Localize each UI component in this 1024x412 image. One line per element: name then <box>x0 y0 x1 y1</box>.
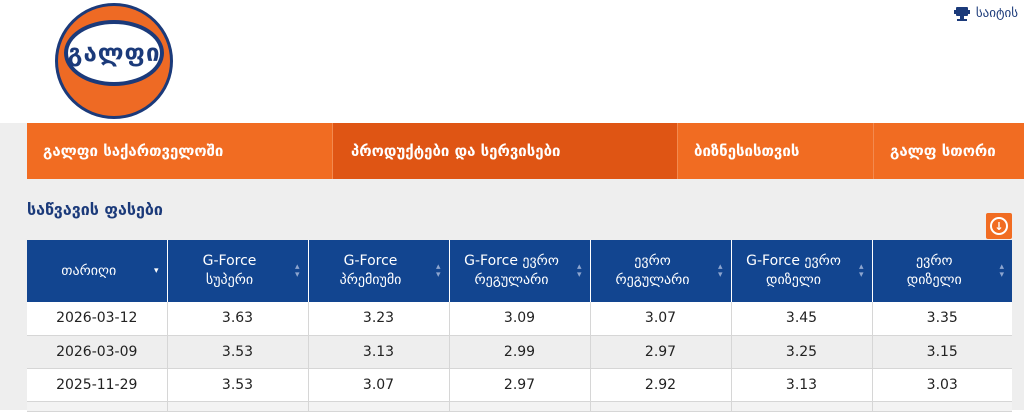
price-cell: 3.13 <box>308 335 450 369</box>
table-row: 2025-11-29 3.53 3.07 2.97 2.92 3.13 3.03 <box>27 368 1012 402</box>
sort-icon: ▴ ▾ <box>999 262 1004 280</box>
table-row: 2026-03-09 3.53 3.13 2.99 2.97 3.25 3.15 <box>27 335 1012 369</box>
price-cell: 3.63 <box>167 302 309 336</box>
sort-icon: ▴ ▾ <box>576 262 582 280</box>
main-nav: გალფი საქართველოში პროდუქტები და სერვისე… <box>0 123 1024 179</box>
table-row: 2026-03-12 3.63 3.23 3.09 3.07 3.45 3.35 <box>27 302 1012 336</box>
price-cell: 3.15 <box>872 335 1012 369</box>
price-cell: 3.45 <box>731 302 873 336</box>
logo-text: გალფი <box>67 39 161 67</box>
nav-item-gulf-georgia[interactable]: გალფი საქართველოში <box>27 123 332 179</box>
site-link[interactable]: საიტის <box>953 6 1018 21</box>
nav-item-label: ბიზნესისთვის <box>694 142 800 160</box>
nav-item-business[interactable]: ბიზნესისთვის <box>677 123 873 179</box>
column-header-label: დიზელი <box>766 272 821 288</box>
column-header-label: სუპერი <box>205 272 254 288</box>
column-header-label: G-Force <box>202 253 257 269</box>
price-cell: 3.35 <box>872 302 1012 336</box>
sort-icon: ▴ ▾ <box>294 262 300 280</box>
nav-item-products-services[interactable]: პროდუქტები და სერვისები <box>332 123 677 179</box>
column-header-label: პრემიუმი <box>339 272 402 288</box>
price-cell: 3.07 <box>590 302 732 336</box>
column-header-label: თარიღი <box>61 262 117 279</box>
price-cell: 3.13 <box>731 368 873 402</box>
column-header-label: G-Force <box>343 253 398 269</box>
price-cell: 3.23 <box>308 302 450 336</box>
column-header-label: რეგულარი <box>615 272 690 288</box>
column-header-gforce-euro-regular[interactable]: G-Force ევრო რეგულარი ▴ ▾ <box>449 240 591 302</box>
table-header-row: თარიღი ▾ G-Force სუპერი ▴ ▾ G-Force პრემი… <box>27 240 1012 302</box>
price-cell: 3.53 <box>167 368 309 402</box>
column-header-label: დიზელი <box>906 272 962 288</box>
nav-item-label: გალფ სთორი <box>890 142 996 160</box>
price-cell: 2.97 <box>590 335 732 369</box>
site-header: გალფი საიტის <box>0 0 1024 123</box>
column-header-gforce-super[interactable]: G-Force სუპერი ▴ ▾ <box>167 240 309 302</box>
sort-icon: ▴ ▾ <box>435 262 441 280</box>
nav-item-label: პროდუქტები და სერვისები <box>351 142 561 160</box>
download-button[interactable]: ↓ <box>986 213 1012 239</box>
sort-icon: ▾ <box>153 266 159 276</box>
price-cell: 2.92 <box>590 368 732 402</box>
price-cell: 3.09 <box>449 302 591 336</box>
date-cell: 2025-11-29 <box>27 368 168 402</box>
logo-badge: გალფი <box>64 20 164 86</box>
sort-icon: ▴ ▾ <box>717 262 723 280</box>
price-cell: 3.07 <box>308 368 450 402</box>
nav-item-label: გალფი საქართველოში <box>43 142 224 160</box>
column-header-label: G-Force ევრო <box>464 253 559 269</box>
site-link-label: საიტის <box>975 6 1018 21</box>
date-cell: 2026-03-12 <box>27 302 168 336</box>
section-title: საწვავის ფასები <box>27 200 163 219</box>
column-header-date[interactable]: თარიღი ▾ <box>27 240 168 302</box>
gulf-logo[interactable]: გალფი <box>55 3 173 119</box>
prices-section: საწვავის ფასები ↓ თარიღი ▾ G-Force სუპერ… <box>0 179 1024 412</box>
download-icon: ↓ <box>990 217 1008 235</box>
monitor-icon <box>953 6 970 21</box>
column-header-gforce-premium[interactable]: G-Force პრემიუმი ▴ ▾ <box>308 240 450 302</box>
column-header-label: ევრო <box>634 253 671 269</box>
price-cell: 2.97 <box>449 368 591 402</box>
column-header-label: ევრო <box>916 253 953 269</box>
price-cell: 3.53 <box>167 335 309 369</box>
price-cell: 2.99 <box>449 335 591 369</box>
column-header-gforce-euro-diesel[interactable]: G-Force ევრო დიზელი ▴ ▾ <box>731 240 873 302</box>
column-header-euro-diesel[interactable]: ევრო დიზელი ▴ ▾ <box>872 240 1012 302</box>
date-cell: 2026-03-09 <box>27 335 168 369</box>
price-cell: 3.25 <box>731 335 873 369</box>
price-cell: 3.03 <box>872 368 1012 402</box>
column-header-label: რეგულარი <box>474 272 549 288</box>
fuel-prices-table: თარიღი ▾ G-Force სუპერი ▴ ▾ G-Force პრემი… <box>27 240 1012 412</box>
column-header-label: G-Force ევრო <box>746 253 841 269</box>
nav-item-gulf-store[interactable]: გალფ სთორი <box>873 123 1024 179</box>
sort-icon: ▴ ▾ <box>858 262 864 280</box>
column-header-euro-regular[interactable]: ევრო რეგულარი ▴ ▾ <box>590 240 732 302</box>
